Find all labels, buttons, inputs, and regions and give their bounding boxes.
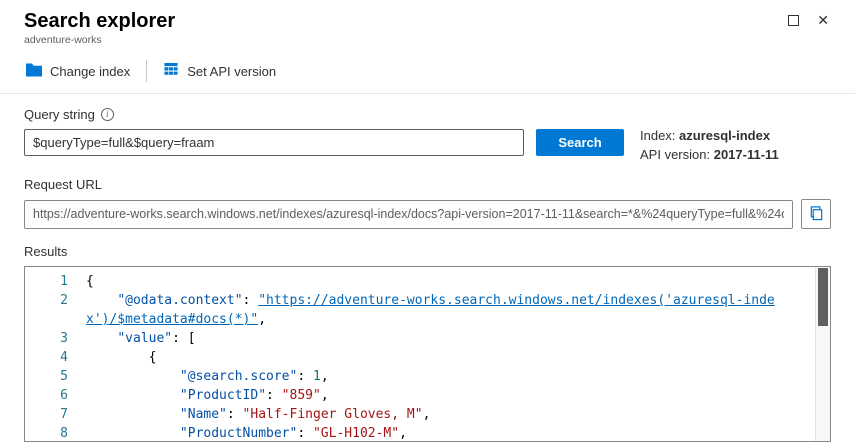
code-token: : bbox=[266, 388, 282, 403]
code-token: "@search.score" bbox=[179, 369, 298, 384]
index-value: azuresql-index bbox=[679, 128, 771, 143]
close-icon[interactable]: ✕ bbox=[817, 13, 829, 27]
info-icon[interactable]: i bbox=[100, 108, 114, 121]
code-text: "Name": "Half-Finger Gloves, M", bbox=[86, 405, 815, 424]
query-string-label: Query string bbox=[24, 107, 95, 122]
maximize-icon[interactable] bbox=[788, 14, 800, 26]
code-token: "GL-H102-M" bbox=[312, 426, 400, 441]
code-line: 3 "value": [ bbox=[25, 329, 815, 348]
query-row: Search Index: azuresql-index API version… bbox=[24, 126, 831, 164]
code-token: "value" bbox=[117, 331, 173, 346]
query-string-label-row: Query string i bbox=[24, 107, 831, 122]
api-version-line: API version: 2017-11-11 bbox=[640, 145, 779, 164]
results-json: 1{2 "@odata.context": "https://adventure… bbox=[25, 267, 815, 441]
code-token: , bbox=[258, 312, 267, 327]
code-token: : bbox=[242, 293, 259, 308]
line-number: 8 bbox=[60, 426, 68, 441]
line-number: 4 bbox=[60, 350, 68, 365]
blade-header: Search explorer adventure-works ✕ bbox=[24, 0, 831, 46]
code-text: "ProductNumber": "GL-H102-M", bbox=[86, 424, 815, 441]
page-title: Search explorer bbox=[24, 10, 176, 32]
request-url-label: Request URL bbox=[24, 177, 103, 192]
code-line: 8 "ProductNumber": "GL-H102-M", bbox=[25, 424, 815, 441]
code-token: , bbox=[320, 388, 329, 403]
change-index-label: Change index bbox=[50, 63, 131, 79]
change-index-button[interactable]: Change index bbox=[24, 59, 132, 84]
code-line: 6 "ProductID": "859", bbox=[25, 386, 815, 405]
code-token: { bbox=[86, 274, 94, 289]
code-line: 5 "@search.score": 1, bbox=[25, 367, 815, 386]
request-url-input[interactable] bbox=[24, 199, 793, 229]
code-token: "ProductID" bbox=[179, 388, 267, 403]
code-token: , bbox=[399, 426, 407, 441]
toolbar-rule bbox=[0, 93, 855, 94]
code-token: "@odata.context" bbox=[117, 293, 243, 308]
code-text: { bbox=[86, 348, 815, 367]
set-api-version-button[interactable]: Set API version bbox=[161, 58, 278, 84]
title-block: Search explorer adventure-works bbox=[24, 9, 175, 46]
query-input[interactable] bbox=[24, 129, 524, 156]
search-button[interactable]: Search bbox=[536, 129, 624, 156]
api-version-value: 2017-11-11 bbox=[713, 147, 779, 162]
code-token: : bbox=[226, 407, 243, 422]
copy-button[interactable] bbox=[801, 199, 831, 229]
code-token: 1 bbox=[312, 369, 321, 384]
line-number: 6 bbox=[60, 388, 68, 403]
code-token: "859" bbox=[281, 388, 321, 403]
code-token: : bbox=[297, 369, 313, 384]
scrollbar-thumb[interactable] bbox=[818, 268, 828, 326]
service-name: adventure-works bbox=[24, 34, 102, 46]
search-explorer-blade: Search explorer adventure-works ✕ Change… bbox=[0, 0, 855, 442]
code-token: : [ bbox=[172, 331, 196, 346]
code-token: , bbox=[422, 407, 431, 422]
index-label: Index: bbox=[640, 128, 676, 143]
code-token: "Half-Finger Gloves, M" bbox=[242, 407, 423, 422]
results-label: Results bbox=[24, 244, 68, 259]
index-info: Index: azuresql-index API version: 2017-… bbox=[640, 126, 779, 164]
code-text: "value": [ bbox=[86, 329, 815, 348]
command-bar: Change index Set API version bbox=[24, 58, 831, 93]
code-token: "Name" bbox=[179, 407, 227, 422]
folder-icon bbox=[26, 63, 42, 80]
code-token: { bbox=[86, 350, 157, 365]
code-line: 2 "@odata.context": "https://adventure-w… bbox=[25, 291, 815, 329]
code-text: { bbox=[86, 272, 815, 291]
code-text: "@search.score": 1, bbox=[86, 367, 815, 386]
code-line: 4 { bbox=[25, 348, 815, 367]
code-token: , bbox=[320, 369, 329, 384]
code-text: "ProductID": "859", bbox=[86, 386, 815, 405]
results-scrollbar[interactable] bbox=[815, 267, 830, 441]
code-line: 7 "Name": "Half-Finger Gloves, M", bbox=[25, 405, 815, 424]
line-number: 2 bbox=[60, 293, 68, 308]
toolbar-divider bbox=[146, 60, 148, 82]
line-number: 3 bbox=[60, 331, 68, 346]
api-version-label: API version: bbox=[640, 147, 711, 162]
code-text: "@odata.context": "https://adventure-wor… bbox=[86, 291, 815, 329]
line-number: 1 bbox=[60, 274, 68, 289]
set-api-version-label: Set API version bbox=[187, 63, 277, 79]
index-line: Index: azuresql-index bbox=[640, 126, 779, 145]
line-number: 5 bbox=[60, 369, 68, 384]
code-token: "ProductNumber" bbox=[179, 426, 298, 441]
code-token: : bbox=[297, 426, 313, 441]
request-url-row bbox=[24, 199, 831, 229]
window-controls: ✕ bbox=[788, 9, 831, 27]
results-panel: 1{2 "@odata.context": "https://adventure… bbox=[24, 266, 831, 442]
table-grid-icon bbox=[163, 62, 179, 80]
code-line: 1{ bbox=[25, 272, 815, 291]
copy-icon bbox=[809, 205, 824, 224]
line-number: 7 bbox=[60, 407, 68, 422]
